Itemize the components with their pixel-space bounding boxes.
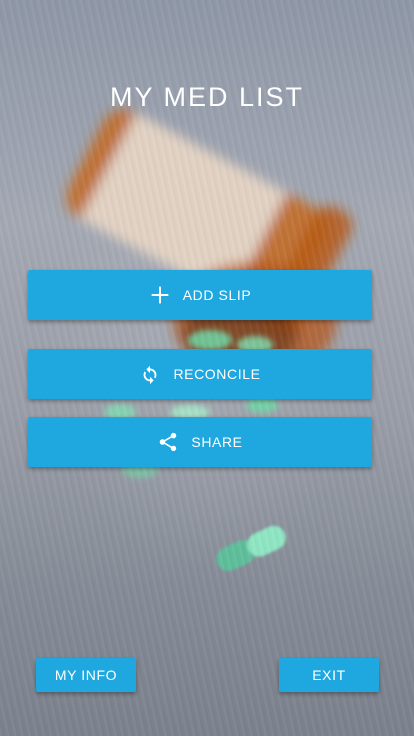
my-info-button[interactable]: MY INFO	[36, 658, 136, 692]
exit-button[interactable]: EXIT	[279, 658, 379, 692]
reconcile-label: RECONCILE	[173, 366, 261, 382]
share-button[interactable]: SHARE	[28, 417, 372, 467]
reconcile-button[interactable]: RECONCILE	[28, 349, 372, 399]
refresh-icon	[139, 363, 161, 385]
add-slip-label: ADD SLIP	[182, 287, 252, 303]
page-title: MY MED LIST	[109, 82, 305, 112]
add-slip-button[interactable]: ADD SLIP	[28, 270, 372, 320]
plus-icon	[149, 284, 171, 306]
share-label: SHARE	[191, 434, 243, 450]
share-icon	[157, 431, 179, 453]
